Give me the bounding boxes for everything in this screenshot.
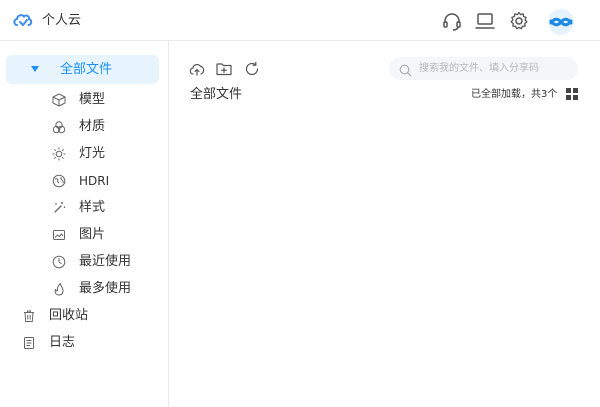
sidebar-item-recent[interactable]: 最近使用	[0, 249, 160, 275]
headset-icon[interactable]	[441, 10, 463, 32]
sidebar-item-label: HDRI	[79, 174, 110, 188]
sidebar-item-images[interactable]: 图片	[0, 222, 160, 248]
load-status-text: 已全部加载，共3个	[471, 89, 558, 100]
sidebar-item-most-used[interactable]: 最多使用	[0, 276, 160, 302]
sidebar-item-log[interactable]: 日志	[0, 330, 160, 356]
search-icon	[399, 62, 412, 77]
sidebar-item-recycle-bin[interactable]: 回收站	[0, 303, 160, 329]
sidebar-item-label: 模型	[79, 92, 106, 107]
caret-down-icon	[31, 66, 39, 72]
trash-icon	[22, 309, 36, 323]
sidebar-item-all-files[interactable]: 全部文件	[6, 55, 159, 84]
sidebar-item-label: 日志	[49, 335, 76, 350]
upload-icon[interactable]	[188, 60, 206, 78]
gear-icon[interactable]	[508, 10, 530, 32]
fire-icon	[52, 282, 66, 296]
sidebar: 全部文件 模型 材质 灯光 HDRI 样式 图片 最近使用 最多使用 回收站 日…	[0, 41, 169, 407]
globe-icon	[52, 174, 66, 188]
search-box	[389, 57, 578, 80]
material-icon	[52, 120, 66, 134]
sidebar-item-materials[interactable]: 材质	[0, 114, 160, 140]
sidebar-item-label: 图片	[79, 227, 106, 242]
refresh-icon[interactable]	[243, 60, 261, 78]
cloud-logo-icon	[12, 12, 34, 28]
magic-wand-icon	[52, 201, 66, 215]
app-title: 个人云	[42, 13, 82, 28]
sidebar-item-models[interactable]: 模型	[0, 87, 160, 113]
grid-view-icon[interactable]	[566, 88, 578, 100]
app-window: 个人云 全部文件 模型 材质 灯光 HDRI 样式 图片 最近使用 最多使用 回…	[0, 0, 600, 407]
sidebar-item-label: 最多使用	[79, 281, 132, 296]
top-header: 个人云	[0, 0, 600, 41]
clock-icon	[52, 255, 66, 269]
sidebar-item-label: 灯光	[79, 146, 106, 161]
sidebar-item-lights[interactable]: 灯光	[0, 141, 160, 167]
breadcrumb: 全部文件	[190, 87, 243, 102]
sun-icon	[52, 147, 66, 161]
sidebar-item-label: 最近使用	[79, 254, 132, 269]
sidebar-item-label: 回收站	[49, 308, 89, 323]
image-icon	[52, 228, 66, 242]
sidebar-item-label: 材质	[79, 119, 106, 134]
sidebar-item-label: 样式	[79, 200, 106, 215]
laptop-icon[interactable]	[474, 10, 496, 32]
sidebar-item-hdri[interactable]: HDRI	[0, 168, 160, 194]
log-icon	[22, 336, 36, 350]
search-input[interactable]	[419, 60, 569, 77]
brand-mark-icon[interactable]	[544, 8, 578, 36]
sidebar-item-label: 全部文件	[60, 62, 113, 77]
new-folder-icon[interactable]	[215, 60, 233, 78]
sidebar-item-styles[interactable]: 样式	[0, 195, 160, 221]
cube-icon	[52, 93, 66, 107]
main-panel: 全部文件 已全部加载，共3个	[170, 41, 600, 407]
